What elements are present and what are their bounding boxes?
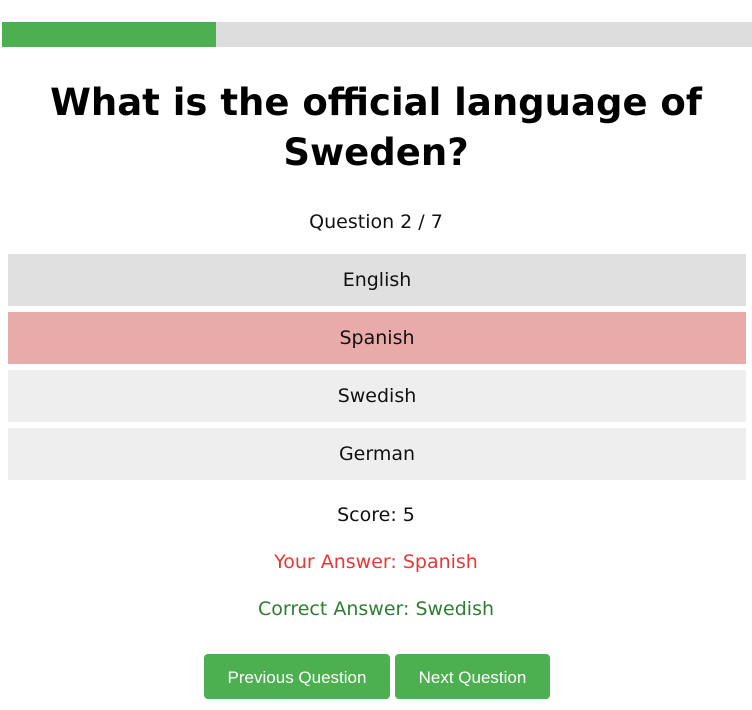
answer-options: English Spanish Swedish German (8, 254, 746, 486)
progress-bar (2, 22, 752, 47)
correct-answer-text: Correct Answer: Swedish (257, 598, 495, 620)
next-question-button[interactable]: Next Question (395, 654, 550, 699)
option-english[interactable]: English (8, 254, 746, 306)
option-german[interactable]: German (8, 428, 746, 480)
previous-question-button[interactable]: Previous Question (204, 654, 390, 699)
question-title-line-1: What is the official language of (50, 81, 702, 124)
your-answer-text: Your Answer: Spanish (274, 551, 478, 573)
question-title: What is the official language of Sweden? (0, 78, 752, 178)
progress-bar-fill (2, 22, 217, 47)
score-text: Score: 5 (337, 504, 415, 526)
question-counter: Question 2 / 7 (309, 211, 443, 233)
question-title-line-2: Sweden? (283, 131, 469, 174)
option-spanish[interactable]: Spanish (8, 312, 746, 364)
option-swedish[interactable]: Swedish (8, 370, 746, 422)
